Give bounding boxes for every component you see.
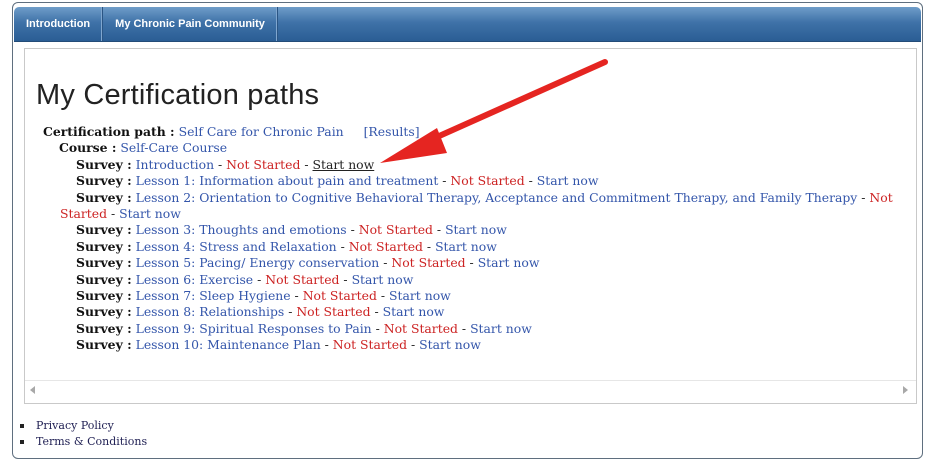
- start-now-link[interactable]: Start now: [470, 321, 532, 336]
- status-text: Not Started: [383, 320, 458, 336]
- bullet-icon: [20, 440, 24, 444]
- separator: -: [253, 271, 266, 287]
- separator: -: [339, 271, 352, 287]
- top-nav-bar: Introduction My Chronic Pain Community: [14, 7, 921, 42]
- footer-item: Terms & Conditions: [20, 434, 147, 450]
- status-text: Not Started: [358, 222, 433, 238]
- course-link[interactable]: Self-Care Course: [120, 140, 227, 155]
- separator: -: [336, 238, 349, 254]
- tab-my-chronic-pain-community[interactable]: My Chronic Pain Community: [103, 7, 278, 41]
- terms-conditions-link[interactable]: Terms & Conditions: [36, 434, 147, 450]
- certification-path-row: Certification path : Self Care for Chron…: [43, 124, 903, 140]
- survey-label: Survey :: [76, 271, 132, 287]
- start-now-link[interactable]: Start now: [383, 304, 445, 319]
- survey-label: Survey :: [76, 255, 132, 271]
- separator: -: [284, 304, 297, 320]
- survey-row: Survey : Introduction - Not Started - St…: [43, 157, 903, 173]
- separator: -: [465, 255, 478, 271]
- separator: -: [107, 206, 120, 222]
- survey-label: Survey :: [76, 189, 132, 205]
- separator: -: [320, 337, 333, 353]
- survey-row: Survey : Lesson 2: Orientation to Cognit…: [43, 190, 903, 223]
- privacy-policy-link[interactable]: Privacy Policy: [36, 418, 114, 434]
- survey-label: Survey :: [76, 288, 132, 304]
- separator: -: [371, 320, 384, 336]
- survey-link[interactable]: Lesson 7: Sleep Hygiene: [136, 288, 291, 303]
- footer-links: Privacy Policy Terms & Conditions: [20, 418, 147, 450]
- survey-label: Survey :: [76, 222, 132, 238]
- survey-row: Survey : Lesson 6: Exercise - Not Starte…: [43, 272, 903, 288]
- status-text: Not Started: [296, 304, 371, 320]
- survey-link[interactable]: Lesson 10: Maintenance Plan: [136, 337, 321, 352]
- scroll-left-icon[interactable]: [30, 386, 35, 394]
- horizontal-scrollbar[interactable]: [25, 380, 916, 403]
- start-now-link[interactable]: Start now: [352, 272, 414, 287]
- survey-label: Survey :: [76, 320, 132, 336]
- survey-link[interactable]: Lesson 5: Pacing/ Energy conservation: [136, 255, 380, 270]
- survey-label: Survey :: [76, 337, 132, 353]
- survey-link[interactable]: Lesson 1: Information about pain and tre…: [136, 173, 439, 188]
- footer-item: Privacy Policy: [20, 418, 147, 434]
- bullet-icon: [20, 424, 24, 428]
- start-now-link[interactable]: Start now: [119, 206, 181, 221]
- survey-row: Survey : Lesson 10: Maintenance Plan - N…: [43, 337, 903, 353]
- separator: -: [524, 173, 537, 189]
- status-text: Not Started: [265, 271, 340, 287]
- start-now-link[interactable]: Start now: [419, 337, 481, 352]
- start-now-link[interactable]: Start now: [389, 288, 451, 303]
- survey-label: Survey :: [76, 173, 132, 189]
- separator: -: [370, 304, 383, 320]
- survey-row: Survey : Lesson 8: Relationships - Not S…: [43, 304, 903, 320]
- status-text: Not Started: [391, 255, 466, 271]
- survey-link[interactable]: Introduction: [136, 157, 214, 172]
- start-now-link[interactable]: Start now: [435, 239, 497, 254]
- survey-label: Survey :: [76, 156, 132, 172]
- certification-tree: Certification path : Self Care for Chron…: [43, 124, 903, 354]
- survey-link[interactable]: Lesson 4: Stress and Relaxation: [136, 239, 337, 254]
- survey-row: Survey : Lesson 3: Thoughts and emotions…: [43, 222, 903, 238]
- status-text: Not Started: [226, 156, 301, 172]
- scroll-right-icon[interactable]: [903, 386, 908, 394]
- course-row: Course : Self-Care Course: [43, 140, 903, 156]
- survey-label: Survey :: [76, 238, 132, 254]
- status-text: Not Started: [348, 238, 423, 254]
- certification-path-link[interactable]: Self Care for Chronic Pain: [179, 124, 344, 139]
- survey-link[interactable]: Lesson 6: Exercise: [136, 272, 254, 287]
- tab-introduction[interactable]: Introduction: [14, 7, 104, 41]
- separator: -: [407, 337, 420, 353]
- page-title: My Certification paths: [36, 79, 320, 111]
- results-link[interactable]: [Results]: [364, 124, 420, 139]
- certification-path-label: Certification path :: [43, 124, 175, 139]
- survey-row: Survey : Lesson 5: Pacing/ Energy conser…: [43, 255, 903, 271]
- survey-link[interactable]: Lesson 2: Orientation to Cognitive Behav…: [136, 190, 858, 205]
- survey-row: Survey : Lesson 9: Spiritual Responses t…: [43, 321, 903, 337]
- separator: -: [438, 173, 451, 189]
- separator: -: [214, 156, 227, 172]
- separator: -: [422, 238, 436, 254]
- separator: -: [432, 222, 446, 238]
- course-label: Course :: [59, 140, 117, 156]
- survey-link[interactable]: Lesson 9: Spiritual Responses to Pain: [136, 321, 372, 336]
- status-text: Not Started: [302, 288, 377, 304]
- status-text: Not Started: [332, 337, 408, 353]
- survey-row: Survey : Lesson 7: Sleep Hygiene - Not S…: [43, 288, 903, 304]
- separator: -: [300, 156, 313, 172]
- survey-row: Survey : Lesson 1: Information about pai…: [43, 173, 903, 189]
- separator: -: [457, 320, 471, 336]
- separator: -: [379, 255, 392, 271]
- start-now-link[interactable]: Start now: [478, 255, 540, 270]
- start-now-link[interactable]: Start now: [537, 173, 599, 188]
- start-now-link[interactable]: Start now: [445, 222, 507, 237]
- separator: -: [857, 189, 870, 205]
- survey-link[interactable]: Lesson 3: Thoughts and emotions: [136, 222, 347, 237]
- survey-link[interactable]: Lesson 8: Relationships: [136, 304, 285, 319]
- survey-label: Survey :: [76, 304, 132, 320]
- start-now-link[interactable]: Start now: [313, 157, 375, 172]
- separator: -: [376, 288, 390, 304]
- status-text: Not Started: [450, 173, 525, 189]
- separator: -: [346, 222, 359, 238]
- separator: -: [290, 288, 303, 304]
- survey-row: Survey : Lesson 4: Stress and Relaxation…: [43, 239, 903, 255]
